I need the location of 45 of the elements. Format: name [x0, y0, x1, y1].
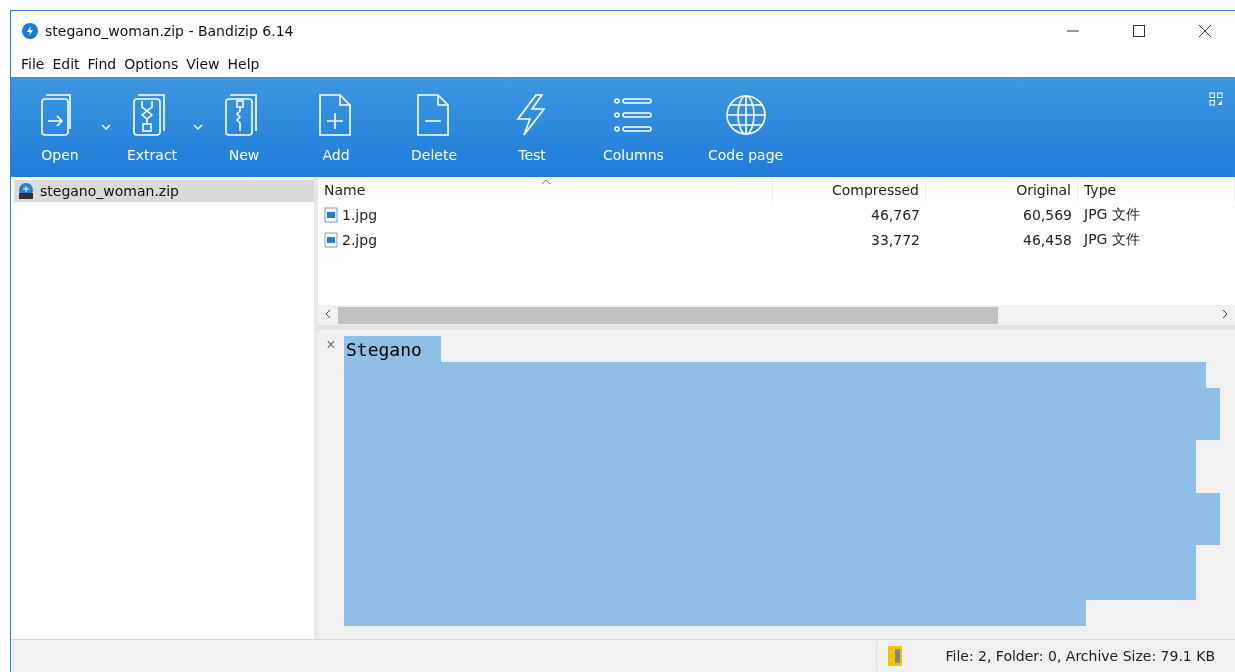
sidebar-item[interactable]: stegano_woman.zip [14, 180, 314, 202]
file-name-cell[interactable]: 1.jpg [318, 202, 773, 227]
menu-item[interactable]: Help [223, 56, 264, 72]
toolbar-button[interactable]: Test [501, 77, 563, 177]
comment-text: Stegano [344, 336, 441, 362]
menu-item[interactable]: Find [83, 56, 121, 72]
toolbar-button[interactable]: Extract [121, 77, 183, 177]
column-header[interactable]: Compressed [773, 177, 926, 202]
toolbar-button[interactable]: Add [305, 77, 367, 177]
menu-item[interactable]: Edit [48, 56, 84, 72]
layout-icon[interactable] [1209, 92, 1223, 106]
chevron-down-icon [193, 124, 203, 130]
table-cell-text: 33,772 [870, 230, 921, 250]
column-header[interactable]: Original [926, 177, 1078, 202]
toolbar-button[interactable]: Open [29, 77, 91, 177]
menu-item[interactable]: File [17, 56, 49, 72]
table-cell-text: 46,767 [870, 205, 921, 225]
table-cell-text: 60,569 [1022, 205, 1073, 225]
chevron-left-icon [325, 309, 331, 319]
column-header[interactable]: Type [1078, 177, 1235, 202]
toolbar-button[interactable]: Code page [703, 77, 788, 177]
toolbar-button[interactable]: Columns [599, 77, 668, 177]
toolbar-button[interactable]: Delete [403, 77, 465, 177]
status-text: File: 2, Folder: 0, Archive Size: 79.1 KB [945, 648, 1215, 664]
scrollbar-thumb[interactable] [338, 306, 998, 324]
chevron-right-icon [1222, 309, 1228, 319]
menu-item[interactable]: View [182, 56, 224, 72]
maximize-icon [1133, 25, 1145, 37]
toolbar-button[interactable]: New [213, 77, 275, 177]
file-name-cell[interactable]: 2.jpg [318, 227, 773, 252]
sort-ascending-icon [541, 179, 551, 185]
column-header[interactable]: Name [318, 177, 773, 202]
close-comment-button[interactable]: × [324, 336, 338, 354]
archive-icon [17, 182, 35, 200]
chevron-down-icon [101, 124, 111, 130]
table-cell-text: JPG 文件 [1082, 229, 1141, 249]
image-file-icon [324, 206, 338, 223]
window-title: stegano_woman.zip - Bandizip 6.14 [45, 23, 295, 39]
table-cell-text: JPG 文件 [1082, 204, 1141, 224]
archive-icon [887, 645, 904, 667]
close-icon [1199, 25, 1211, 37]
table-cell-text: 46,458 [1022, 230, 1073, 250]
image-file-icon [324, 231, 338, 248]
menu-item[interactable]: Options [120, 56, 183, 72]
app-logo-icon [21, 22, 39, 40]
